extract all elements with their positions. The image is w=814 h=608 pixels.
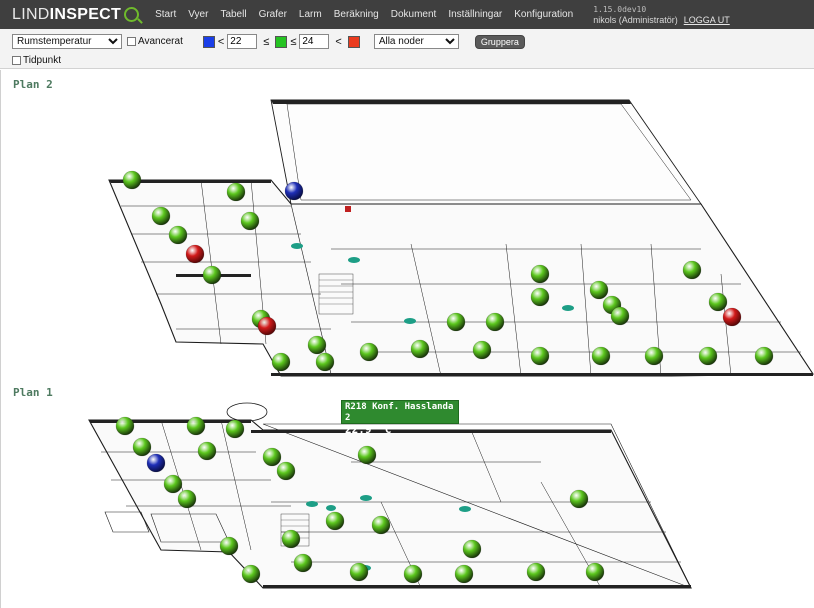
plan-2-sensor-green[interactable] [591, 346, 611, 366]
nav-larm[interactable]: Larm [299, 9, 322, 20]
user-info: 1.15.0dev10 nikols (Administratör) LOGGA … [593, 5, 730, 25]
le-symbol-1: ≤ [263, 35, 270, 48]
high-color-swatch[interactable] [347, 35, 360, 48]
nav-installningar[interactable]: Inställningar [448, 9, 502, 20]
plan-2-sensor-green[interactable] [122, 170, 142, 190]
plan-1-sensor-green[interactable] [219, 536, 239, 556]
logo-text-lind: LIND [12, 5, 50, 23]
plan-2-sensor-green[interactable] [589, 280, 609, 300]
low-color-swatch[interactable] [202, 35, 215, 48]
plan-2-sensor-green[interactable] [226, 182, 246, 202]
plan-1-sensor-green[interactable] [403, 564, 423, 584]
plan-2-sensor-green[interactable] [682, 260, 702, 280]
plan-2-sensor-green[interactable] [472, 340, 492, 360]
high-threshold-input[interactable] [299, 34, 330, 49]
plan-1-sensor-green[interactable] [132, 437, 152, 457]
plan-2-sensor-green[interactable] [168, 225, 188, 245]
tooltip-temperature: 22,9 °C [345, 423, 392, 436]
filter-toolbar: Rumstemperatur Avancerat < ≤ ≤ < Alla no… [0, 29, 814, 69]
nav-tabell[interactable]: Tabell [220, 9, 246, 20]
le-symbol-2: ≤ [290, 35, 297, 48]
plan-2-sensor-green[interactable] [698, 346, 718, 366]
plan-1-sensor-blue[interactable] [146, 453, 166, 473]
logout-link[interactable]: LOGGA UT [684, 15, 730, 25]
plan-2-sensor-green[interactable] [359, 342, 379, 362]
plan-1-sensor-green[interactable] [462, 539, 482, 559]
plan-2-sensor-green[interactable] [151, 206, 171, 226]
measure-select[interactable]: Rumstemperatur [12, 34, 122, 49]
plan-1-sensor-green[interactable] [526, 562, 546, 582]
nav-vyer[interactable]: Vyer [188, 9, 208, 20]
nodes-select[interactable]: Alla noder [373, 34, 459, 49]
top-nav-bar: LIND INSPECT Start Vyer Tabell Grafer Lar… [0, 0, 814, 29]
low-threshold-input[interactable] [227, 34, 258, 49]
user-name: nikols (Administratör) [593, 14, 678, 25]
plan-2-sensor-green[interactable] [446, 312, 466, 332]
plan-2-title: Plan 2 [13, 78, 53, 91]
plan-1-title: Plan 1 [13, 386, 53, 399]
plan-2-sensor-red[interactable] [722, 307, 742, 327]
plan-1-sensor-green[interactable] [197, 441, 217, 461]
app-logo[interactable]: LIND INSPECT [12, 5, 140, 24]
plan-1-sensor-green[interactable] [276, 461, 296, 481]
plan-1-sensor-green[interactable] [293, 553, 313, 573]
plan-2-sensor-green[interactable] [610, 306, 630, 326]
plan-2-sensor-green[interactable] [202, 265, 222, 285]
plan-1-sensor-green[interactable] [325, 511, 345, 531]
plan-1-sensor-green[interactable] [357, 445, 377, 465]
version-label: 1.15.0dev10 [593, 4, 647, 14]
lt-symbol-1: < [217, 35, 225, 48]
plan-2-sensor-green[interactable] [271, 352, 291, 372]
plan-2-sensor-green[interactable] [754, 346, 774, 366]
plan-1-sensor-green[interactable] [349, 562, 369, 582]
group-button[interactable]: Gruppera [474, 34, 525, 49]
plan-2-sensor-red[interactable] [185, 244, 205, 264]
plan-1-sensor-green[interactable] [177, 489, 197, 509]
plan-1-sensor-green[interactable] [225, 419, 245, 439]
plan-1-sensor-green[interactable] [241, 564, 261, 584]
nav-dokument[interactable]: Dokument [391, 9, 437, 20]
plan-2-sensor-green[interactable] [240, 211, 260, 231]
map-content: Plan 2 Plan 1 R218 Konf. Hasslanda 2 22,… [0, 70, 814, 608]
main-menu: Start Vyer Tabell Grafer Larm Beräkning … [155, 9, 585, 20]
lt-symbol-2: < [335, 35, 342, 48]
nav-grafer[interactable]: Grafer [259, 9, 287, 20]
tooltip-room-name: R218 Konf. Hasslanda 2 [345, 402, 454, 423]
advanced-checkbox[interactable] [127, 37, 136, 46]
plan-2-sensor-green[interactable] [644, 346, 664, 366]
plan-1-sensor-green[interactable] [585, 562, 605, 582]
mid-color-swatch[interactable] [275, 35, 288, 48]
plan-1-sensor-green[interactable] [569, 489, 589, 509]
plan-1-sensor-green[interactable] [163, 474, 183, 494]
plan-2-sensor-green[interactable] [530, 287, 550, 307]
plan-2-sensor-green[interactable] [410, 339, 430, 359]
nav-berakning[interactable]: Beräkning [334, 9, 379, 20]
plan-1-sensor-green[interactable] [371, 515, 391, 535]
plan-1-sensor-green[interactable] [115, 416, 135, 436]
advanced-label: Avancerat [138, 36, 183, 47]
timepoint-checkbox[interactable] [12, 55, 21, 65]
plan-2-sensor-green[interactable] [708, 292, 728, 312]
logo-text-inspect: INSPECT [49, 5, 122, 23]
plan-2-sensor-red[interactable] [257, 316, 277, 336]
nav-start[interactable]: Start [155, 9, 176, 20]
plan-2-sensor-green[interactable] [307, 335, 327, 355]
plan-2-floorplan[interactable] [1, 94, 814, 384]
plan-2-sensor-green[interactable] [315, 352, 335, 372]
plan-1-sensor-green[interactable] [454, 564, 474, 584]
nav-konfiguration[interactable]: Konfiguration [514, 9, 573, 20]
plan-2-sensor-green[interactable] [530, 346, 550, 366]
magnifier-icon [124, 7, 140, 22]
timepoint-label: Tidpunkt [23, 54, 61, 66]
plan-2-sensor-blue[interactable] [284, 181, 304, 201]
plan-1-sensor-green[interactable] [281, 529, 301, 549]
plan-2-sensor-green[interactable] [530, 264, 550, 284]
plan-1-sensor-green[interactable] [262, 447, 282, 467]
sensor-tooltip: R218 Konf. Hasslanda 2 22,9 °C [341, 400, 459, 435]
plan-2-sensor-green[interactable] [485, 312, 505, 332]
plan-1-sensor-green[interactable] [186, 416, 206, 436]
